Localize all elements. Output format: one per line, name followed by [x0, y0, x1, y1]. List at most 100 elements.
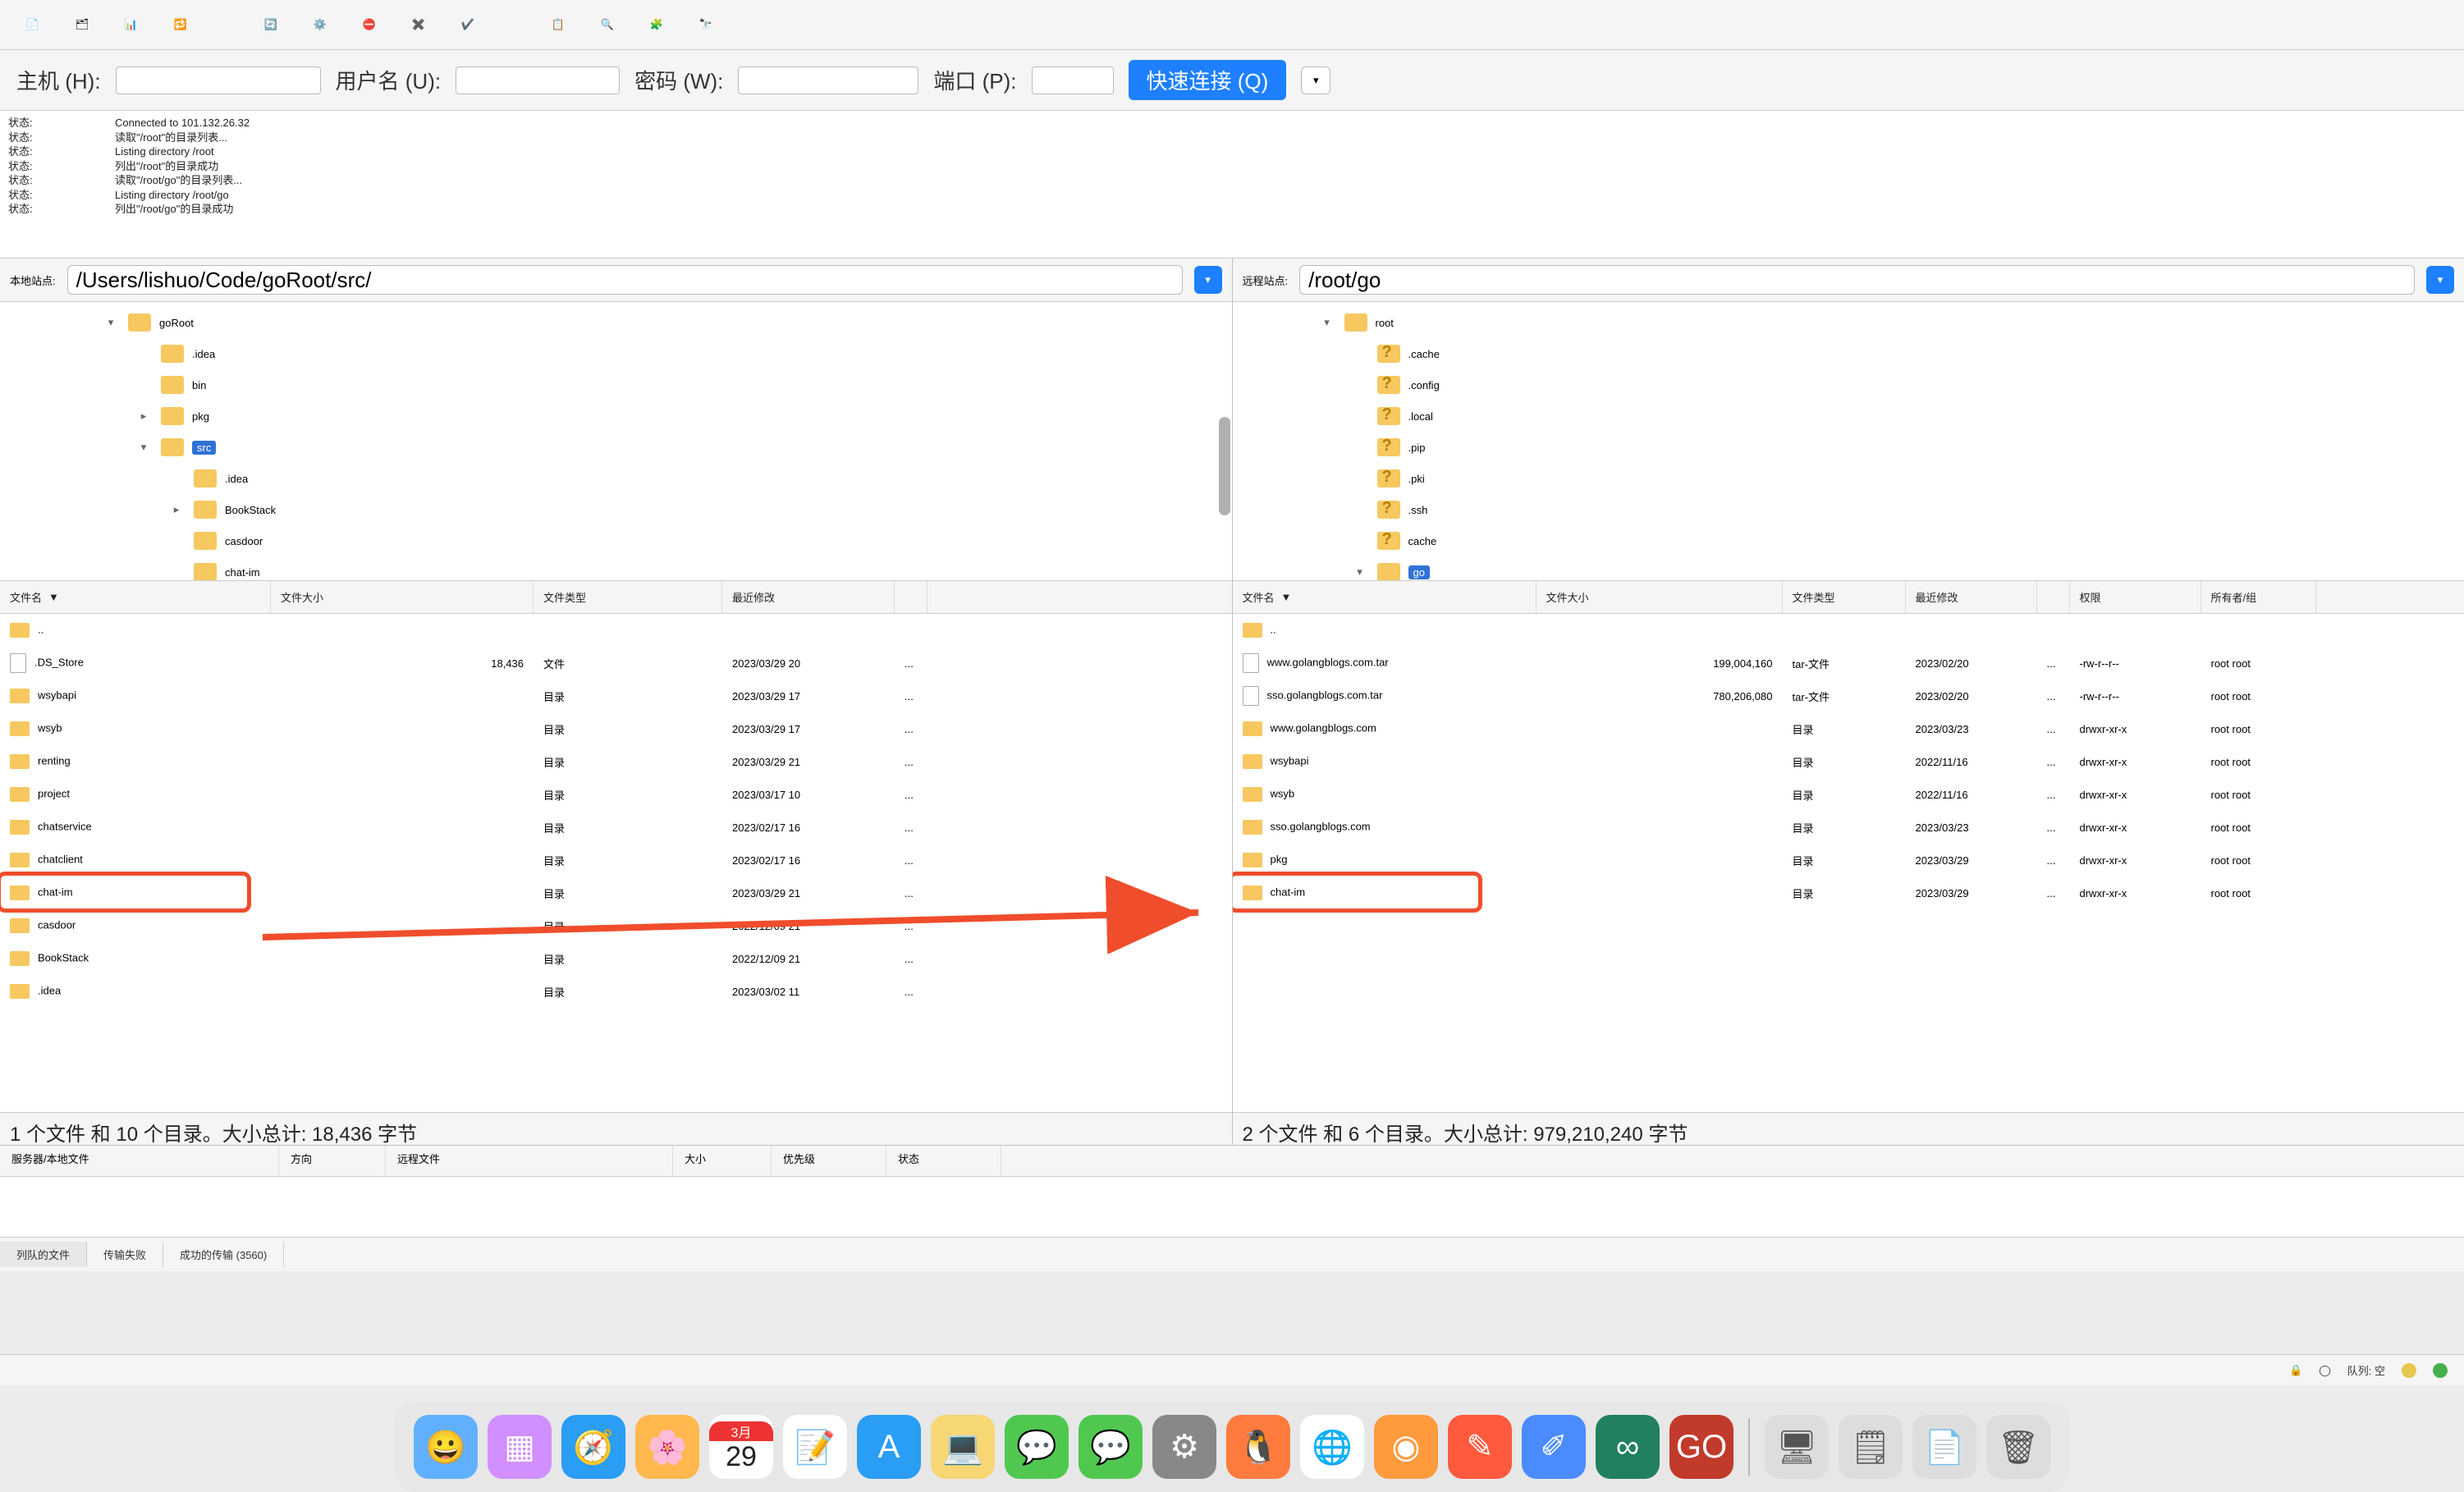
- file-row[interactable]: project目录2023/03/17 10...: [0, 778, 1232, 811]
- tree-twisty-icon[interactable]: ▾: [102, 316, 120, 329]
- dock-app-icon[interactable]: 🐧: [1226, 1415, 1290, 1479]
- tree-node[interactable]: .cache: [1236, 338, 2462, 369]
- user-input[interactable]: [456, 66, 620, 94]
- col-owner[interactable]: 所有者/组: [2201, 581, 2316, 613]
- tree-node[interactable]: .config: [1236, 369, 2462, 400]
- tree-twisty-icon[interactable]: ▾: [1318, 316, 1336, 329]
- dock-app-icon[interactable]: ✎: [1448, 1415, 1512, 1479]
- view-icon[interactable]: 🔍: [591, 8, 624, 41]
- swap-icon[interactable]: 🔁: [164, 8, 197, 41]
- tree-node[interactable]: .pip: [1236, 432, 2462, 463]
- columns-icon[interactable]: 📊: [115, 8, 148, 41]
- dock-app-icon[interactable]: 📄: [1912, 1415, 1976, 1479]
- filter-icon[interactable]: 🧩: [640, 8, 673, 41]
- qcol-size[interactable]: 大小: [673, 1146, 772, 1176]
- col-modified[interactable]: 最近修改: [722, 581, 895, 613]
- col-permissions[interactable]: 权限: [2070, 581, 2201, 613]
- quickconnect-dropdown[interactable]: ▾: [1301, 66, 1330, 94]
- password-input[interactable]: [738, 66, 918, 94]
- remote-tree[interactable]: ▾root.cache.config.local.pip.pki.sshcach…: [1233, 302, 2464, 581]
- file-row[interactable]: sso.golangblogs.com目录2023/03/23...drwxr-…: [1233, 811, 2464, 844]
- tree-node[interactable]: ▾goRoot: [3, 307, 1229, 338]
- file-row[interactable]: wsyb目录2023/03/29 17...: [0, 712, 1232, 745]
- refresh-icon[interactable]: 🔄: [254, 8, 287, 41]
- dock-app-icon[interactable]: ◉: [1374, 1415, 1438, 1479]
- remote-path-input[interactable]: [1299, 265, 2415, 295]
- dock-app-icon[interactable]: ✐: [1522, 1415, 1586, 1479]
- tree-twisty-icon[interactable]: ▸: [167, 503, 185, 516]
- file-row[interactable]: chat-im目录2023/03/29...drwxr-xr-xroot roo…: [1233, 876, 2464, 909]
- tree-twisty-icon[interactable]: ▸: [135, 410, 153, 423]
- file-row[interactable]: wsyb目录2022/11/16...drwxr-xr-xroot root: [1233, 778, 2464, 811]
- tree-node[interactable]: .ssh: [1236, 494, 2462, 525]
- tab-failed[interactable]: 传输失败: [87, 1242, 163, 1267]
- col-filename[interactable]: 文件名 ▼: [0, 581, 271, 613]
- local-path-input[interactable]: [67, 265, 1183, 295]
- file-row[interactable]: renting目录2023/03/29 21...: [0, 745, 1232, 778]
- stop-icon[interactable]: ⛔: [353, 8, 386, 41]
- tree-node[interactable]: ▾go: [1236, 556, 2462, 581]
- file-row[interactable]: .idea目录2023/03/02 11...: [0, 975, 1232, 1008]
- dock-app-icon[interactable]: GO: [1669, 1415, 1734, 1479]
- dock-app-icon[interactable]: 3月29: [709, 1415, 773, 1479]
- qcol-server[interactable]: 服务器/本地文件: [0, 1146, 279, 1176]
- col-more[interactable]: [895, 581, 927, 613]
- tree-twisty-icon[interactable]: ▾: [1351, 565, 1369, 579]
- dock-app-icon[interactable]: 😀: [414, 1415, 478, 1479]
- local-path-dropdown[interactable]: ▾: [1194, 266, 1222, 294]
- port-input[interactable]: [1032, 66, 1114, 94]
- col-filename[interactable]: 文件名 ▼: [1233, 581, 1537, 613]
- dock-app-icon[interactable]: 💬: [1005, 1415, 1069, 1479]
- file-row[interactable]: sso.golangblogs.com.tar780,206,080tar-文件…: [1233, 680, 2464, 712]
- panels-icon[interactable]: 🗂: [66, 8, 98, 41]
- remote-path-dropdown[interactable]: ▾: [2426, 266, 2454, 294]
- quickconnect-button[interactable]: 快速连接 (Q): [1129, 60, 1287, 100]
- tree-node[interactable]: .idea: [3, 338, 1229, 369]
- local-tree[interactable]: ▾goRoot.ideabin▸pkg▾src.idea▸BookStackca…: [0, 302, 1232, 581]
- dock-app-icon[interactable]: ⚙: [1152, 1415, 1216, 1479]
- tree-twisty-icon[interactable]: ▾: [135, 441, 153, 454]
- settings2-icon[interactable]: ⚙️: [304, 8, 337, 41]
- dock-app-icon[interactable]: 🌸: [635, 1415, 699, 1479]
- col-filetype[interactable]: 文件类型: [1783, 581, 1906, 613]
- tree-node[interactable]: ▸BookStack: [3, 494, 1229, 525]
- scrollbar-thumb[interactable]: [1219, 417, 1230, 515]
- doc-icon[interactable]: 📄: [16, 8, 49, 41]
- file-row[interactable]: chatservice目录2023/02/17 16...: [0, 811, 1232, 844]
- cancel-icon[interactable]: ✖️: [402, 8, 435, 41]
- col-filesize[interactable]: 文件大小: [271, 581, 534, 613]
- file-row[interactable]: wsybapi目录2022/11/16...drwxr-xr-xroot roo…: [1233, 745, 2464, 778]
- file-row[interactable]: www.golangblogs.com目录2023/03/23...drwxr-…: [1233, 712, 2464, 745]
- tree-node[interactable]: ▾root: [1236, 307, 2462, 338]
- qcol-priority[interactable]: 优先级: [772, 1146, 886, 1176]
- file-row[interactable]: ..: [1233, 614, 2464, 647]
- tab-queued[interactable]: 列队的文件: [0, 1242, 87, 1267]
- check-icon[interactable]: ✔️: [451, 8, 484, 41]
- file-row[interactable]: ..: [0, 614, 1232, 647]
- tree-node[interactable]: ▾src: [3, 432, 1229, 463]
- tree-node[interactable]: bin: [3, 369, 1229, 400]
- binoculars-icon[interactable]: 🔭: [689, 8, 722, 41]
- dock-app-icon[interactable]: 🖥: [1765, 1415, 1829, 1479]
- col-filetype[interactable]: 文件类型: [534, 581, 722, 613]
- dock-app-icon[interactable]: 🧭: [561, 1415, 625, 1479]
- tree-node[interactable]: .pki: [1236, 463, 2462, 494]
- list2-icon[interactable]: 📋: [542, 8, 575, 41]
- tab-successful[interactable]: 成功的传输 (3560): [163, 1242, 284, 1267]
- dock-app-icon[interactable]: 🗒: [1839, 1415, 1903, 1479]
- dock-app-icon[interactable]: A: [857, 1415, 921, 1479]
- tree-node[interactable]: chat-im: [3, 556, 1229, 581]
- file-row[interactable]: .DS_Store18,436文件2023/03/29 20...: [0, 647, 1232, 680]
- tree-node[interactable]: casdoor: [3, 525, 1229, 556]
- dock-app-icon[interactable]: 💻: [931, 1415, 995, 1479]
- file-row[interactable]: www.golangblogs.com.tar199,004,160tar-文件…: [1233, 647, 2464, 680]
- col-filesize[interactable]: 文件大小: [1537, 581, 1783, 613]
- dock-app-icon[interactable]: ▦: [488, 1415, 552, 1479]
- tree-node[interactable]: .local: [1236, 400, 2462, 432]
- tree-node[interactable]: ▸pkg: [3, 400, 1229, 432]
- file-row[interactable]: wsybapi目录2023/03/29 17...: [0, 680, 1232, 712]
- col-modified[interactable]: 最近修改: [1906, 581, 2037, 613]
- dock-app-icon[interactable]: 🗑: [1986, 1415, 2050, 1479]
- dock-app-icon[interactable]: 📝: [783, 1415, 847, 1479]
- tree-node[interactable]: .idea: [3, 463, 1229, 494]
